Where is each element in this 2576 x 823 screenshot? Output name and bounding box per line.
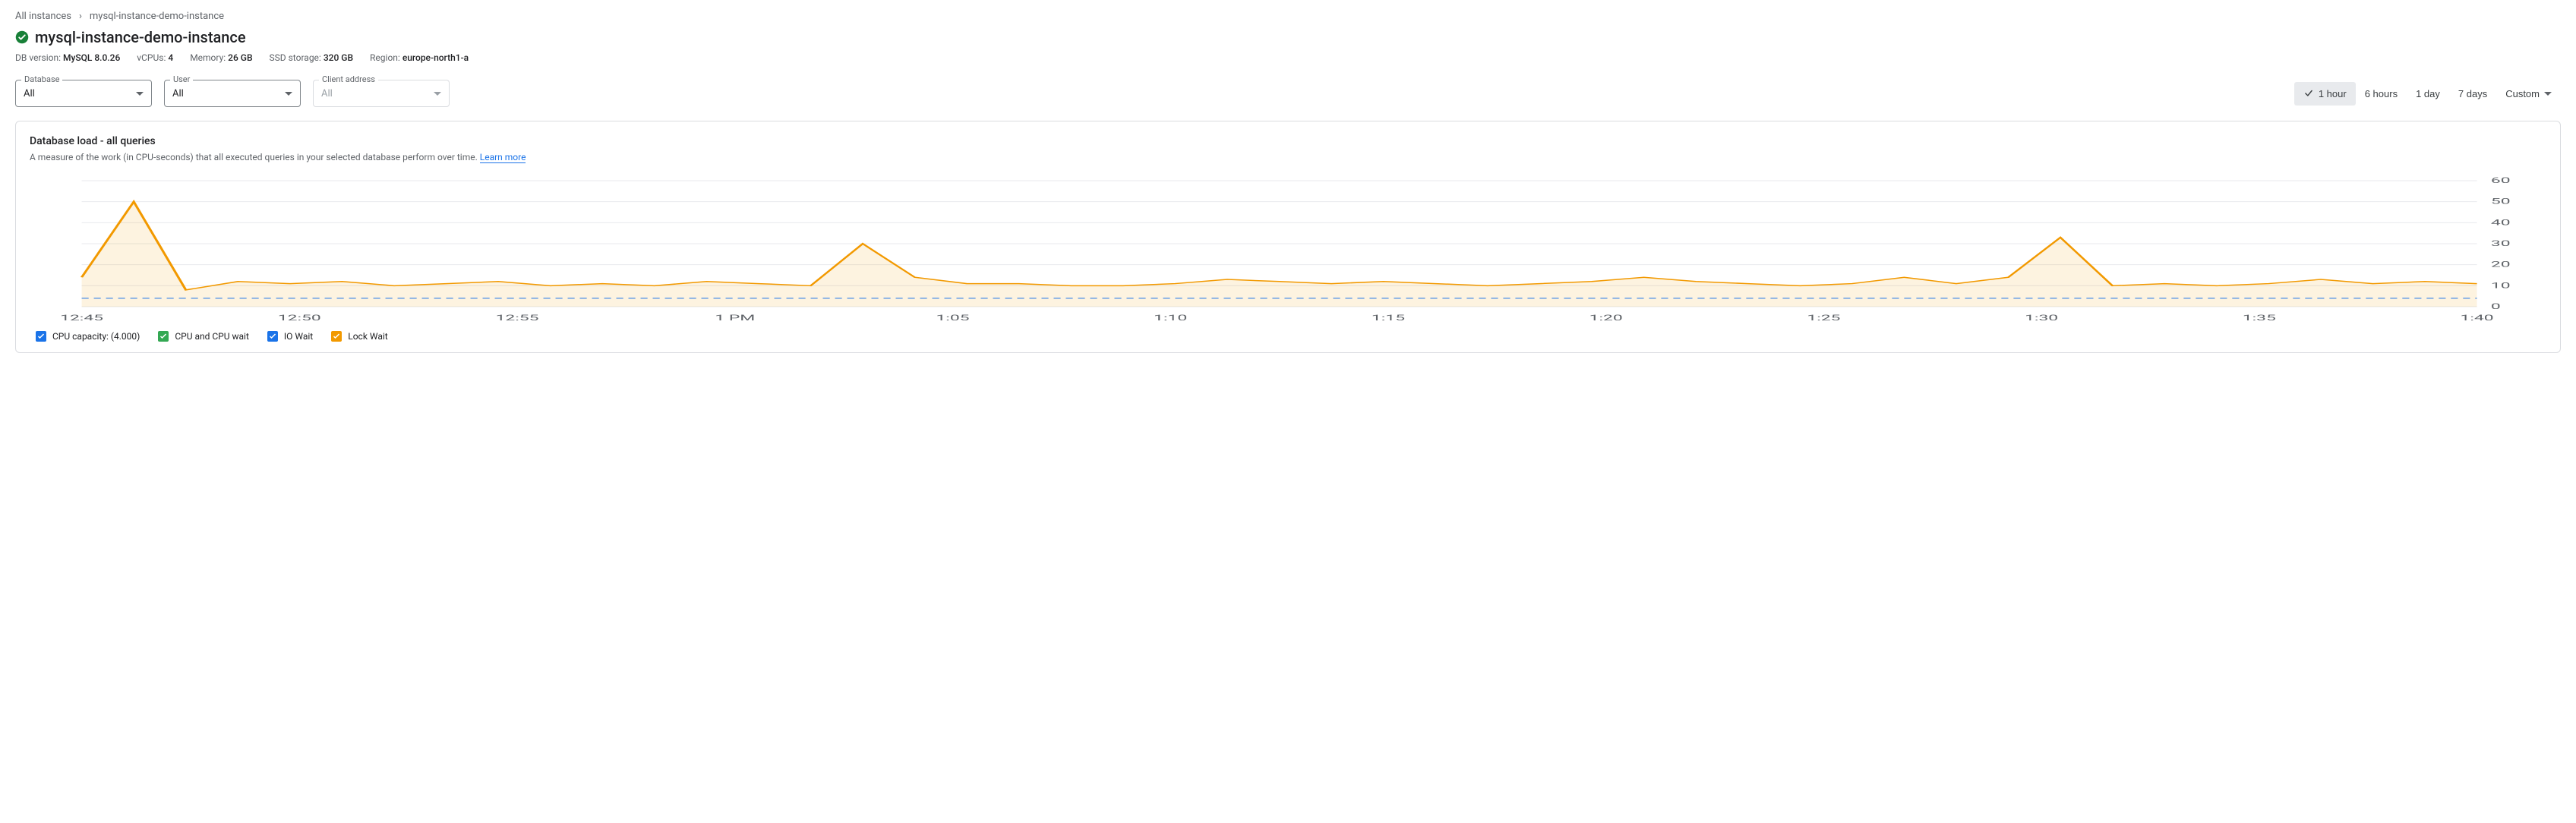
checkbox-icon	[267, 331, 278, 342]
page-title: mysql-instance-demo-instance	[35, 28, 246, 46]
legend-io-wait[interactable]: IO Wait	[267, 331, 313, 342]
region-value: europe-north1-a	[402, 52, 469, 63]
region-label: Region:	[370, 52, 400, 63]
svg-text:1 PM: 1 PM	[715, 314, 755, 322]
database-filter-value: All	[24, 88, 35, 99]
svg-text:1:05: 1:05	[936, 314, 969, 322]
chevron-right-icon: ›	[79, 11, 82, 22]
filters-row: Database All User All Client address All	[15, 80, 2561, 107]
svg-text:1:30: 1:30	[2025, 314, 2058, 322]
dbversion-value: MySQL 8.0.26	[63, 52, 120, 63]
checkbox-icon	[36, 331, 46, 342]
dropdown-icon	[434, 92, 441, 96]
vcpus-label: vCPUs:	[137, 52, 166, 63]
chart-legend: CPU capacity: (4.000) CPU and CPU wait I…	[30, 331, 2546, 342]
svg-text:1:35: 1:35	[2243, 314, 2276, 322]
client-filter-value: All	[321, 88, 333, 99]
panel-description: A measure of the work (in CPU-seconds) t…	[30, 152, 2546, 162]
dropdown-icon	[136, 92, 144, 96]
time-range-selector: 1 hour 6 hours 1 day 7 days Custom	[2294, 82, 2561, 106]
user-filter-label: User	[170, 74, 193, 84]
check-icon	[2303, 88, 2314, 99]
svg-text:1:25: 1:25	[1807, 314, 1840, 322]
svg-text:1:15: 1:15	[1372, 314, 1405, 322]
checkbox-icon	[331, 331, 342, 342]
instance-meta: DB version: MySQL 8.0.26 vCPUs: 4 Memory…	[15, 52, 2561, 63]
client-filter-label: Client address	[319, 74, 378, 84]
svg-text:12:50: 12:50	[278, 314, 321, 322]
dropdown-icon	[285, 92, 292, 96]
learn-more-link[interactable]: Learn more	[480, 152, 526, 163]
user-filter-value: All	[172, 88, 184, 99]
breadcrumb-current: mysql-instance-demo-instance	[90, 11, 224, 22]
memory-label: Memory:	[190, 52, 226, 63]
database-filter-label: Database	[21, 74, 62, 84]
legend-lock-wait[interactable]: Lock Wait	[331, 331, 387, 342]
svg-text:1:20: 1:20	[1589, 314, 1623, 322]
svg-text:1:10: 1:10	[1154, 314, 1187, 322]
legend-cpu-wait[interactable]: CPU and CPU wait	[158, 331, 249, 342]
time-range-custom[interactable]: Custom	[2496, 82, 2561, 106]
time-range-1hour[interactable]: 1 hour	[2294, 82, 2356, 106]
legend-cpu-capacity[interactable]: CPU capacity: (4.000)	[36, 331, 140, 342]
svg-text:20: 20	[2491, 260, 2511, 269]
svg-text:60: 60	[2491, 176, 2511, 184]
page-title-row: mysql-instance-demo-instance	[15, 28, 2561, 46]
svg-text:12:55: 12:55	[496, 314, 539, 322]
time-range-6hours[interactable]: 6 hours	[2356, 82, 2407, 106]
checkbox-icon	[158, 331, 169, 342]
time-range-1day[interactable]: 1 day	[2407, 82, 2449, 106]
svg-text:30: 30	[2491, 239, 2511, 248]
dropdown-icon	[2544, 92, 2552, 96]
ssd-label: SSD storage:	[270, 52, 321, 63]
panel-title: Database load - all queries	[30, 135, 2546, 147]
line-chart: 0 10 20 30 40 50 60 12:45 12:50 12:55 1 PM 1:05 1:10…	[30, 173, 2546, 325]
breadcrumb: All instances › mysql-instance-demo-inst…	[15, 8, 2561, 25]
svg-text:40: 40	[2491, 219, 2511, 227]
svg-text:10: 10	[2491, 282, 2511, 290]
breadcrumb-root[interactable]: All instances	[15, 11, 71, 22]
status-ok-icon	[15, 30, 29, 44]
svg-text:50: 50	[2491, 197, 2511, 206]
database-load-panel: Database load - all queries A measure of…	[15, 121, 2561, 353]
ssd-value: 320 GB	[324, 52, 353, 63]
dbversion-label: DB version:	[15, 52, 61, 63]
chart-area: 0 10 20 30 40 50 60 12:45 12:50 12:55 1 PM 1:05 1:10…	[30, 173, 2546, 325]
time-range-7days[interactable]: 7 days	[2449, 82, 2496, 106]
svg-text:1:40: 1:40	[2461, 314, 2494, 322]
vcpus-value: 4	[168, 52, 173, 63]
memory-value: 26 GB	[228, 52, 252, 63]
svg-text:12:45: 12:45	[60, 314, 103, 322]
svg-text:0: 0	[2491, 302, 2501, 311]
